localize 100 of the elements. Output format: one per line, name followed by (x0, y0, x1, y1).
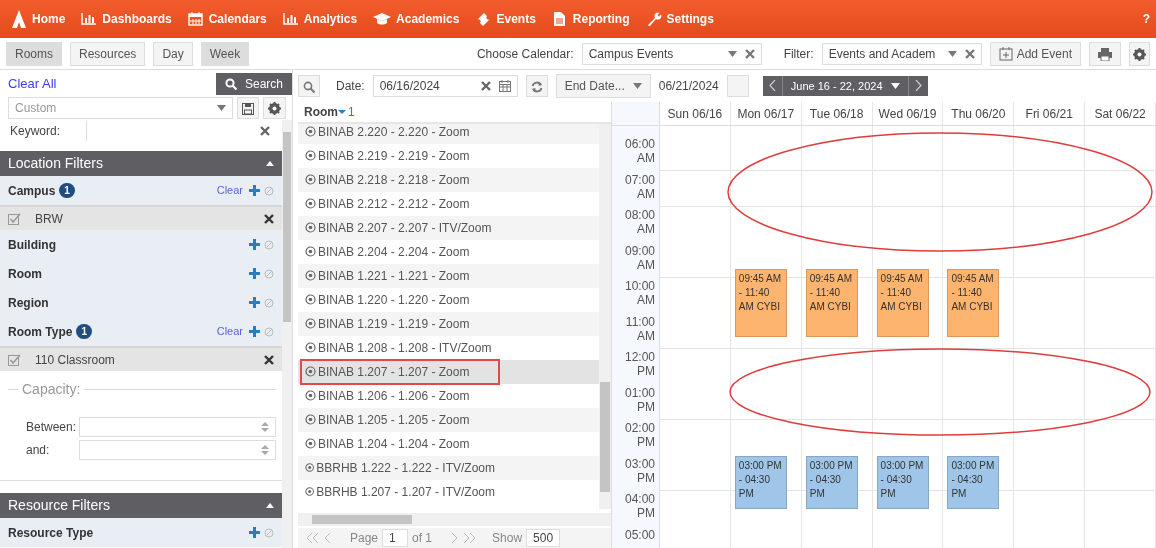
radio-icon (305, 486, 315, 498)
calendar-event[interactable]: 03:00 PM - 04:30 PM (805, 455, 858, 509)
refresh-button[interactable] (525, 74, 548, 97)
room-name: BBRHB 1.222 - 1.222 - ITV/Zoom (316, 459, 495, 477)
clear-icon[interactable] (264, 354, 274, 365)
date-field[interactable]: 06/16/2024 (372, 74, 518, 97)
nav-link[interactable]: Analytics (282, 10, 358, 28)
next-icon[interactable] (914, 79, 922, 91)
room-row[interactable]: BINAB 2.218 - 2.218 - Zoom (298, 167, 599, 192)
room-name: BINAB 1.219 - 1.219 - Zoom (318, 315, 470, 333)
plus-icon[interactable] (249, 527, 260, 538)
filter-label: Building (8, 236, 56, 254)
calendar-icon[interactable] (498, 79, 511, 92)
day-header: Sun 06/16 (667, 105, 723, 123)
end-mode-select[interactable]: End Date... (555, 73, 651, 98)
room-row[interactable]: BINAB 2.220 - 2.220 - Zoom (298, 123, 599, 144)
radio-icon (305, 246, 316, 258)
calendar-event[interactable]: 09:45 AM - 11:40 AM CYBI (734, 269, 787, 338)
bar-chart-icon (81, 11, 98, 27)
help-link[interactable]: ? (1142, 10, 1150, 28)
section-header[interactable]: Resource Filters (0, 493, 282, 518)
room-name: BINAB 1.220 - 1.220 - Zoom (318, 291, 470, 309)
calendar-event[interactable]: 09:45 AM - 11:40 AM CYBI (876, 269, 929, 338)
room-row[interactable]: BINAB 1.205 - 1.205 - Zoom (298, 407, 599, 432)
nav-link[interactable]: Settings (645, 10, 714, 28)
section-title: Location Filters (8, 154, 103, 173)
settings-button[interactable] (1129, 41, 1150, 66)
radio-icon (305, 414, 316, 426)
collapse-icon[interactable] (266, 503, 274, 508)
calendar-event[interactable]: 03:00 PM - 04:30 PM (734, 455, 787, 509)
view-tab[interactable]: Resources (70, 41, 146, 66)
nav-link[interactable]: Dashboards (81, 10, 172, 28)
clear-icon[interactable] (260, 126, 270, 136)
nav-link[interactable]: Events (475, 10, 536, 28)
plus-icon[interactable] (249, 239, 260, 250)
plus-icon[interactable] (249, 297, 260, 308)
plus-icon[interactable] (249, 326, 260, 337)
scrollbar[interactable] (298, 513, 611, 526)
pager-label: of 1 (412, 530, 433, 547)
nav-link[interactable]: Calendars (187, 10, 267, 28)
calendar-select[interactable]: Campus Events (581, 42, 762, 65)
page-size-select[interactable]: 500 (526, 529, 561, 547)
empty-field[interactable] (726, 74, 749, 97)
calendar-event[interactable]: 03:00 PM - 04:30 PM (876, 455, 929, 509)
room-row[interactable]: BINAB 1.219 - 1.219 - Zoom (298, 311, 599, 336)
caret-icon (727, 50, 737, 57)
spinner-icon[interactable] (261, 445, 269, 455)
section-header[interactable]: Location Filters (0, 151, 282, 176)
time-label: 01:00 PM (623, 384, 656, 416)
room-row[interactable]: BINAB 1.207 - 1.207 - Zoom (298, 359, 599, 384)
scrollbar[interactable] (599, 123, 611, 509)
plus-icon[interactable] (249, 268, 260, 279)
clear-icon[interactable] (480, 80, 491, 91)
radio-icon (305, 222, 316, 234)
radio-icon (305, 198, 316, 210)
chip-label: 110 Classroom (35, 351, 116, 369)
add-event-button[interactable]: Add Event (989, 41, 1081, 66)
nav-link[interactable]: Academics (373, 10, 460, 28)
search-button[interactable]: Search (215, 73, 292, 95)
filter-select[interactable]: Events and Academ (821, 42, 982, 65)
clear-icon[interactable] (744, 48, 755, 59)
clear-icon[interactable] (964, 48, 975, 59)
time-label: 02:00 PM (623, 420, 656, 452)
nav-link[interactable]: Home (32, 10, 66, 28)
plus-icon[interactable] (249, 185, 260, 196)
save-button[interactable] (237, 97, 259, 119)
page-field[interactable]: 1 (382, 529, 409, 547)
nav-link[interactable]: Reporting (551, 10, 630, 28)
clear-icon[interactable] (264, 213, 274, 224)
document-icon (551, 11, 568, 27)
search-button[interactable] (298, 74, 320, 97)
sort-icon[interactable] (338, 108, 346, 115)
calendar-event[interactable]: 03:00 PM - 04:30 PM (947, 455, 1000, 509)
clear-all-link[interactable]: Clear All (8, 74, 57, 94)
pager-label: Page (350, 530, 379, 547)
calendar-event[interactable]: 09:45 AM - 11:40 AM CYBI (805, 269, 858, 338)
room-row[interactable]: BBRHB 1.222 - 1.222 - ITV/Zoom (298, 455, 599, 480)
clear-link[interactable]: Clear (216, 182, 243, 199)
radio-icon (305, 318, 316, 330)
printer-icon (1098, 47, 1112, 61)
refresh-icon[interactable] (530, 80, 543, 93)
settings-button[interactable] (263, 97, 286, 119)
spinner-icon[interactable] (261, 422, 269, 432)
number-field[interactable] (79, 417, 276, 437)
checkbox-icon (8, 353, 21, 366)
previous-icon[interactable] (768, 79, 776, 91)
caret-icon (632, 82, 642, 89)
number-field[interactable] (79, 440, 276, 460)
view-tab[interactable]: Day (153, 41, 193, 66)
column-header[interactable]: Room (304, 102, 338, 121)
view-tab[interactable]: Rooms (6, 41, 62, 66)
clear-link[interactable]: Clear (216, 323, 243, 340)
print-button[interactable] (1089, 41, 1121, 66)
room-row[interactable]: BINAB 1.221 - 1.221 - Zoom (298, 263, 599, 288)
room-row[interactable]: BINAB 2.207 - 2.207 - ITV/Zoom (298, 215, 599, 240)
calendar-event[interactable]: 09:45 AM - 11:40 AM CYBI (947, 269, 1000, 338)
room-name: BINAB 2.219 - 2.219 - Zoom (318, 147, 470, 165)
scrollbar[interactable] (282, 120, 292, 548)
collapse-icon[interactable] (266, 161, 274, 166)
view-tab[interactable]: Week (200, 41, 250, 66)
